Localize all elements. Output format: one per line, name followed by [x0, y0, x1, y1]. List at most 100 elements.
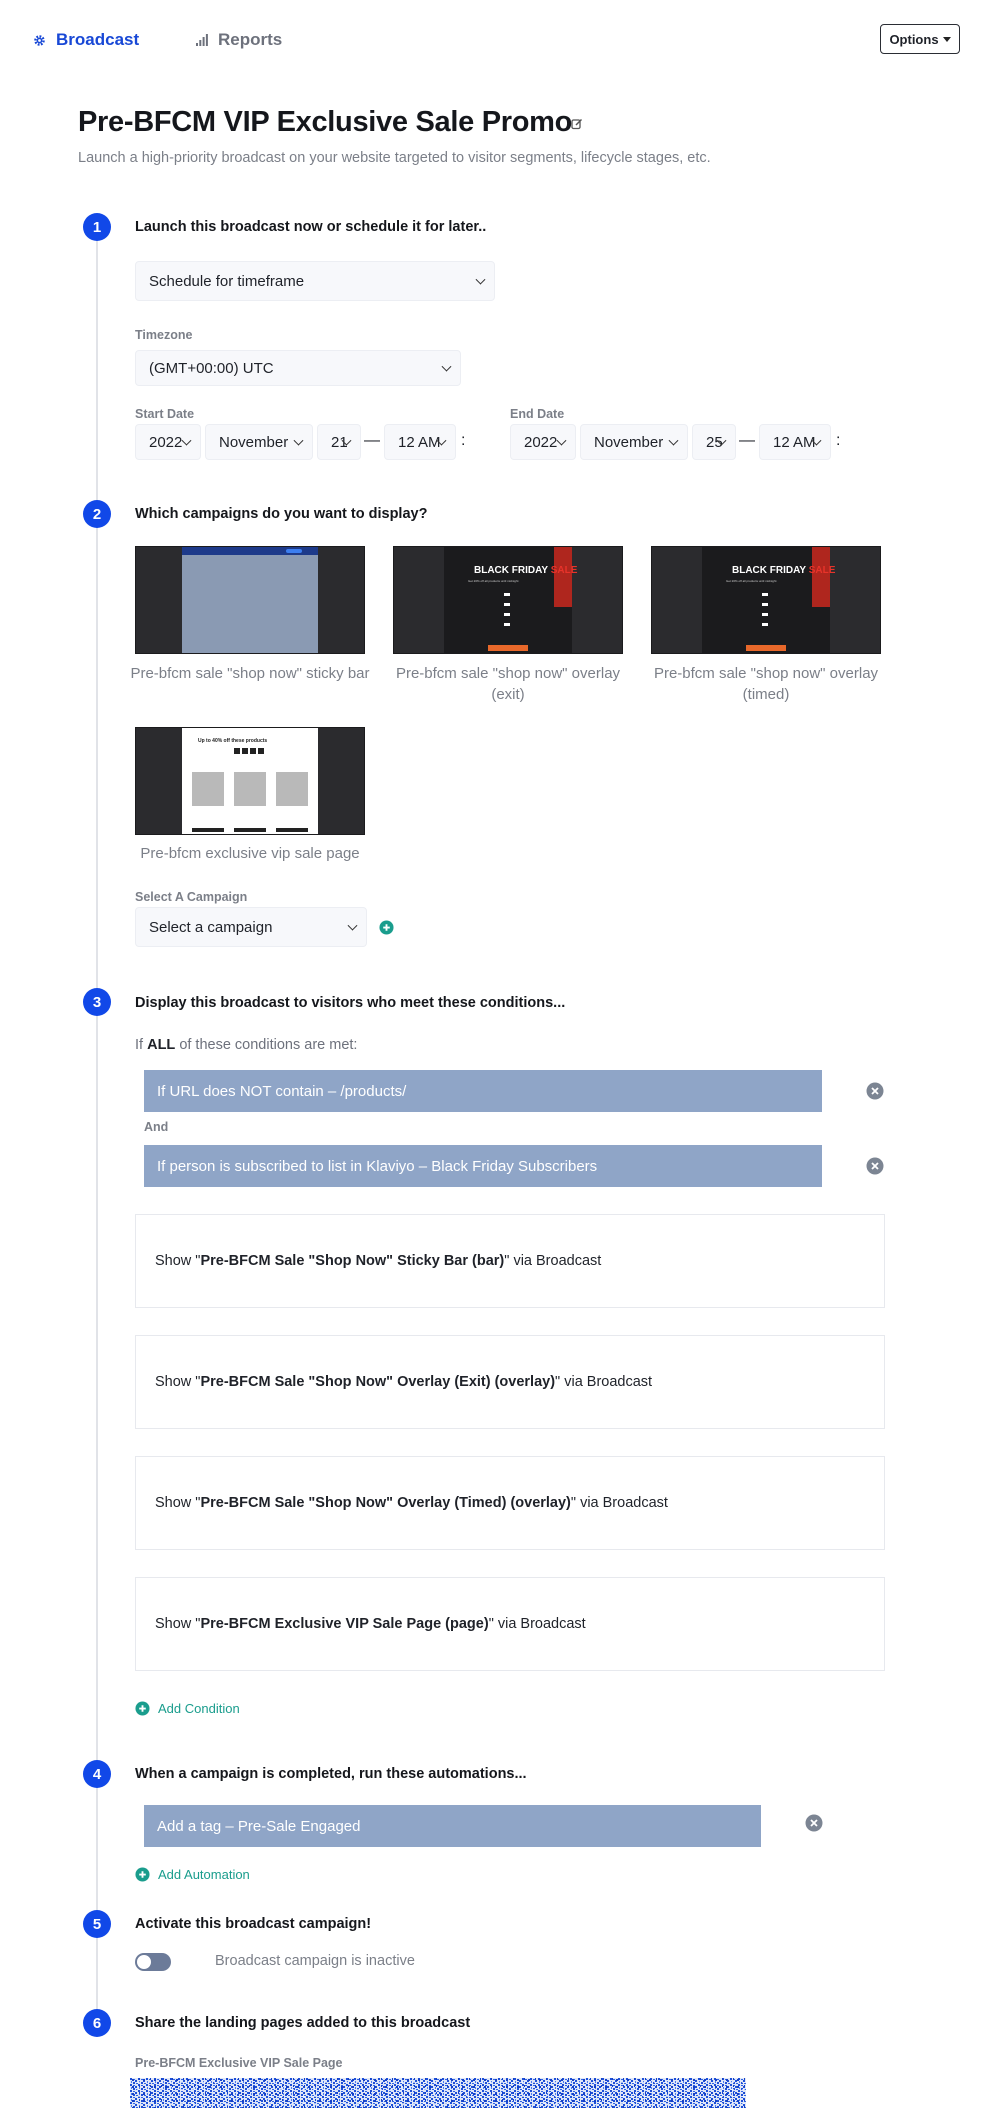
campaign-thumb-overlay-timed[interactable]: BLACK FRIDAY SALE Get 20% off all produc… — [651, 546, 881, 654]
campaign-caption: Pre-bfcm exclusive vip sale page — [140, 845, 360, 862]
step-6-title: Share the landing pages added to this br… — [135, 2015, 471, 2031]
thumb-headline: BLACK FRIDAY SALE — [474, 565, 578, 576]
redacted-share-link — [130, 2078, 746, 2108]
campaign-caption: Pre-bfcm sale "shop now" sticky bar — [130, 665, 370, 682]
start-day-select[interactable]: 21 — [317, 424, 361, 460]
thumb-headline: BLACK FRIDAY SALE — [732, 565, 836, 576]
page-title: Pre-BFCM VIP Exclusive Sale Promo — [78, 106, 573, 138]
show-campaign-box[interactable]: Show "Pre-BFCM Sale "Shop Now" Sticky Ba… — [135, 1214, 885, 1308]
select-campaign-label: Select A Campaign — [135, 890, 248, 904]
start-month-value: November — [219, 433, 289, 451]
start-month-select[interactable]: November — [205, 424, 313, 460]
activate-status: Broadcast campaign is inactive — [215, 1953, 415, 1969]
toggle-knob — [136, 1954, 152, 1970]
chevron-down-icon — [556, 435, 567, 446]
schedule-mode-select[interactable]: Schedule for timeframe — [135, 261, 495, 301]
end-year-value: 2022 — [524, 433, 558, 451]
end-month-select[interactable]: November — [580, 424, 688, 460]
step-1-title: Launch this broadcast now or schedule it… — [135, 219, 487, 235]
add-campaign-icon[interactable] — [379, 920, 394, 935]
end-time-select[interactable]: 12 AM — [759, 424, 831, 460]
share-page-label: Pre-BFCM Exclusive VIP Sale Page — [135, 2056, 343, 2070]
campaign-thumb-sticky-bar[interactable] — [135, 546, 365, 654]
start-date-label: Start Date — [135, 407, 195, 421]
condition-text: If person is subscribed to list in Klavi… — [157, 1157, 598, 1175]
step-5-badge: 5 — [83, 1910, 111, 1938]
thumb-vip-heading: Up to 40% off these products — [198, 738, 268, 744]
caret-down-icon — [942, 36, 951, 42]
condition-text: If URL does NOT contain – /products/ — [157, 1082, 407, 1100]
show-text: Show "Pre-BFCM Sale "Shop Now" Sticky Ba… — [155, 1253, 602, 1269]
automation-text: Add a tag – Pre-Sale Engaged — [157, 1817, 361, 1835]
activate-toggle[interactable] — [135, 1953, 171, 1971]
edit-icon[interactable] — [571, 118, 583, 130]
chevron-down-icon — [441, 361, 452, 372]
condition-bar[interactable]: If URL does NOT contain – /products/ — [144, 1070, 822, 1112]
show-campaign-box[interactable]: Show "Pre-BFCM Exclusive VIP Sale Page (… — [135, 1577, 885, 1671]
start-dash: — — [364, 432, 380, 449]
end-time-value: 12 AM — [773, 433, 816, 451]
step-4-title: When a campaign is completed, run these … — [135, 1766, 527, 1782]
end-year-select[interactable]: 2022 — [510, 424, 576, 460]
add-condition-label: Add Condition — [158, 1701, 240, 1716]
thumb-tagline: Get 20% off all products until midnight — [468, 579, 519, 583]
end-day-select[interactable]: 25 — [692, 424, 736, 460]
conditions-intro: If ALL of these conditions are met: — [135, 1037, 358, 1053]
remove-condition-icon[interactable] — [866, 1157, 884, 1175]
start-year-select[interactable]: 2022 — [135, 424, 201, 460]
remove-condition-icon[interactable] — [866, 1082, 884, 1100]
campaign-caption: Pre-bfcm sale "shop now" overlay (timed) — [653, 665, 879, 703]
show-text: Show "Pre-BFCM Exclusive VIP Sale Page (… — [155, 1616, 586, 1632]
schedule-mode-value: Schedule for timeframe — [149, 272, 305, 290]
bar-chart-icon — [196, 34, 208, 46]
timezone-value: (GMT+00:00) UTC — [149, 359, 274, 377]
end-date-label: End Date — [510, 407, 565, 421]
add-circle-icon — [135, 1701, 150, 1716]
gear-icon — [34, 34, 45, 46]
automation-bar[interactable]: Add a tag – Pre-Sale Engaged — [144, 1805, 761, 1847]
chevron-down-icon — [668, 435, 679, 446]
start-year-value: 2022 — [149, 433, 183, 451]
timezone-label: Timezone — [135, 328, 193, 342]
campaign-thumb-vip-page[interactable]: Up to 40% off these products — [135, 727, 365, 835]
condition-bar[interactable]: If person is subscribed to list in Klavi… — [144, 1145, 822, 1187]
add-condition-link[interactable]: Add Condition — [135, 1701, 240, 1716]
nav-reports-label: Reports — [218, 30, 283, 49]
step-3-badge: 3 — [83, 988, 111, 1016]
campaign-thumb-overlay-exit[interactable]: BLACK FRIDAY SALE Get 20% off all produc… — [393, 546, 623, 654]
steps-timeline — [96, 228, 98, 2028]
chevron-down-icon — [181, 435, 192, 446]
show-campaign-box[interactable]: Show "Pre-BFCM Sale "Shop Now" Overlay (… — [135, 1456, 885, 1550]
start-time-select[interactable]: 12 AM — [384, 424, 456, 460]
end-dash: — — [739, 432, 755, 449]
options-label: Options — [889, 31, 939, 47]
campaign-select[interactable]: Select a campaign — [135, 907, 367, 947]
start-time-value: 12 AM — [398, 433, 441, 451]
step-3-title: Display this broadcast to visitors who m… — [135, 995, 566, 1011]
add-automation-link[interactable]: Add Automation — [135, 1867, 250, 1882]
step-1-badge: 1 — [83, 213, 111, 241]
campaign-select-value: Select a campaign — [149, 918, 273, 936]
conditions-joiner: And — [144, 1120, 169, 1134]
show-campaign-box[interactable]: Show "Pre-BFCM Sale "Shop Now" Overlay (… — [135, 1335, 885, 1429]
end-month-value: November — [594, 433, 664, 451]
chevron-down-icon — [293, 435, 304, 446]
chevron-down-icon — [475, 274, 486, 285]
nav-broadcast[interactable]: Broadcast — [33, 30, 139, 50]
show-text: Show "Pre-BFCM Sale "Shop Now" Overlay (… — [155, 1495, 668, 1511]
step-6-badge: 6 — [83, 2009, 111, 2037]
step-2-badge: 2 — [83, 500, 111, 528]
thumb-tagline: Get 20% off all products until midnight — [726, 579, 777, 583]
step-2-title: Which campaigns do you want to display? — [135, 506, 428, 522]
start-colon: : — [461, 432, 466, 449]
timezone-select[interactable]: (GMT+00:00) UTC — [135, 350, 461, 386]
chevron-down-icon — [347, 920, 358, 931]
campaign-caption: Pre-bfcm sale "shop now" overlay (exit) — [395, 665, 621, 703]
nav-reports[interactable]: Reports — [196, 30, 282, 50]
step-5-title: Activate this broadcast campaign! — [135, 1916, 372, 1932]
options-button[interactable]: Options — [880, 24, 960, 54]
remove-automation-icon[interactable] — [805, 1814, 823, 1832]
step-4-badge: 4 — [83, 1760, 111, 1788]
add-automation-label: Add Automation — [158, 1867, 250, 1882]
show-text: Show "Pre-BFCM Sale "Shop Now" Overlay (… — [155, 1374, 653, 1390]
